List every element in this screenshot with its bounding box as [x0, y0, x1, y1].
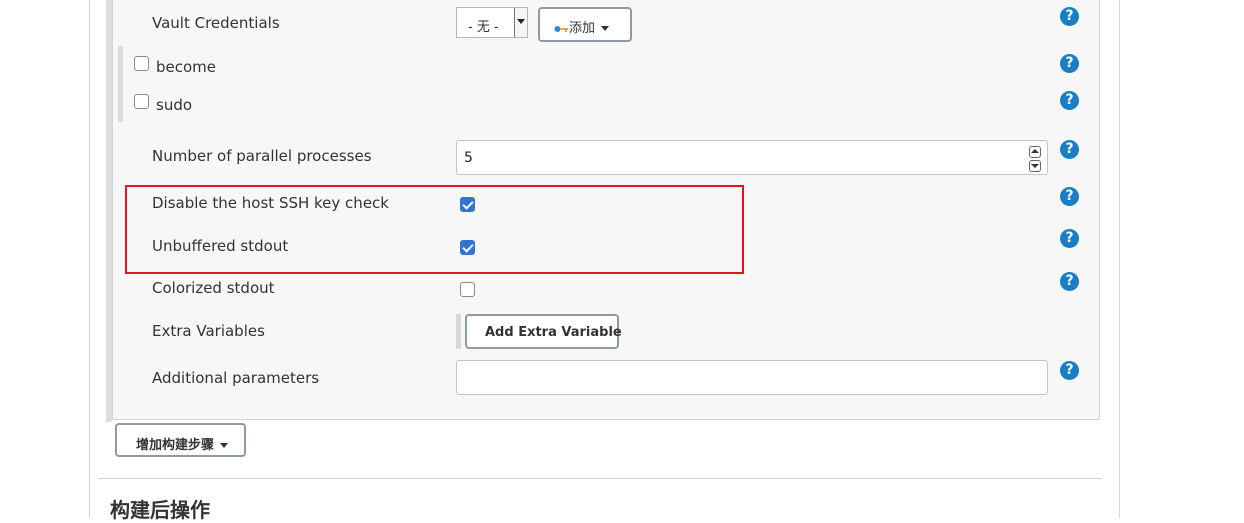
- parallel-processes-value: 5: [464, 150, 473, 166]
- parallel-processes-label: Number of parallel processes: [152, 147, 372, 165]
- help-icon-disable-ssh-key-check[interactable]: ?: [1060, 187, 1079, 206]
- stepper-up-icon[interactable]: [1029, 146, 1041, 158]
- stepper-down-icon[interactable]: [1029, 160, 1041, 172]
- parallel-processes-input[interactable]: 5: [456, 140, 1048, 175]
- vault-credentials-select[interactable]: - 无 -: [456, 7, 528, 38]
- add-credentials-label: 添加: [569, 21, 596, 36]
- disable-ssh-key-check-checkbox[interactable]: [460, 197, 475, 212]
- extra-variables-label: Extra Variables: [152, 322, 265, 340]
- extra-variables-group-bar: [456, 314, 461, 349]
- sudo-checkbox[interactable]: [134, 94, 149, 109]
- help-icon-additional-parameters[interactable]: ?: [1060, 361, 1079, 380]
- chevron-down-icon: [514, 8, 527, 37]
- add-extra-variable-button[interactable]: Add Extra Variable: [465, 314, 622, 349]
- privilege-options-group-bar: [118, 46, 123, 122]
- caret-down-icon: [220, 443, 229, 448]
- help-icon-parallel-processes[interactable]: ?: [1060, 140, 1079, 159]
- disable-ssh-key-check-label: Disable the host SSH key check: [152, 194, 389, 212]
- add-credentials-button[interactable]: 添加: [538, 7, 632, 42]
- become-checkbox[interactable]: [134, 56, 149, 71]
- unbuffered-stdout-checkbox[interactable]: [460, 240, 475, 255]
- help-icon-sudo[interactable]: ?: [1060, 91, 1079, 110]
- build-step-drag-handle[interactable]: [106, 0, 112, 422]
- vault-credentials-label: Vault Credentials: [152, 14, 280, 32]
- additional-parameters-input[interactable]: [456, 360, 1048, 395]
- help-icon-colorized-stdout[interactable]: ?: [1060, 272, 1079, 291]
- help-icon-become[interactable]: ?: [1060, 54, 1079, 73]
- colorized-stdout-checkbox[interactable]: [460, 282, 475, 297]
- number-stepper[interactable]: [1029, 146, 1041, 172]
- post-build-actions-title: 构建后操作: [110, 498, 210, 522]
- add-build-step-button[interactable]: 增加构建步骤: [115, 423, 246, 457]
- colorized-stdout-label: Colorized stdout: [152, 279, 275, 297]
- help-icon-vault-credentials[interactable]: ?: [1060, 7, 1079, 26]
- key-icon: [554, 25, 568, 32]
- section-divider: [98, 478, 1102, 479]
- add-build-step-label: 增加构建步骤: [136, 438, 215, 453]
- help-icon-unbuffered-stdout[interactable]: ?: [1060, 229, 1079, 248]
- additional-parameters-label: Additional parameters: [152, 369, 320, 387]
- vault-credentials-selected-value: - 无 -: [468, 20, 499, 35]
- sudo-label: sudo: [156, 96, 193, 114]
- caret-down-icon: [601, 26, 610, 31]
- become-label: become: [156, 58, 217, 76]
- unbuffered-stdout-label: Unbuffered stdout: [152, 237, 289, 255]
